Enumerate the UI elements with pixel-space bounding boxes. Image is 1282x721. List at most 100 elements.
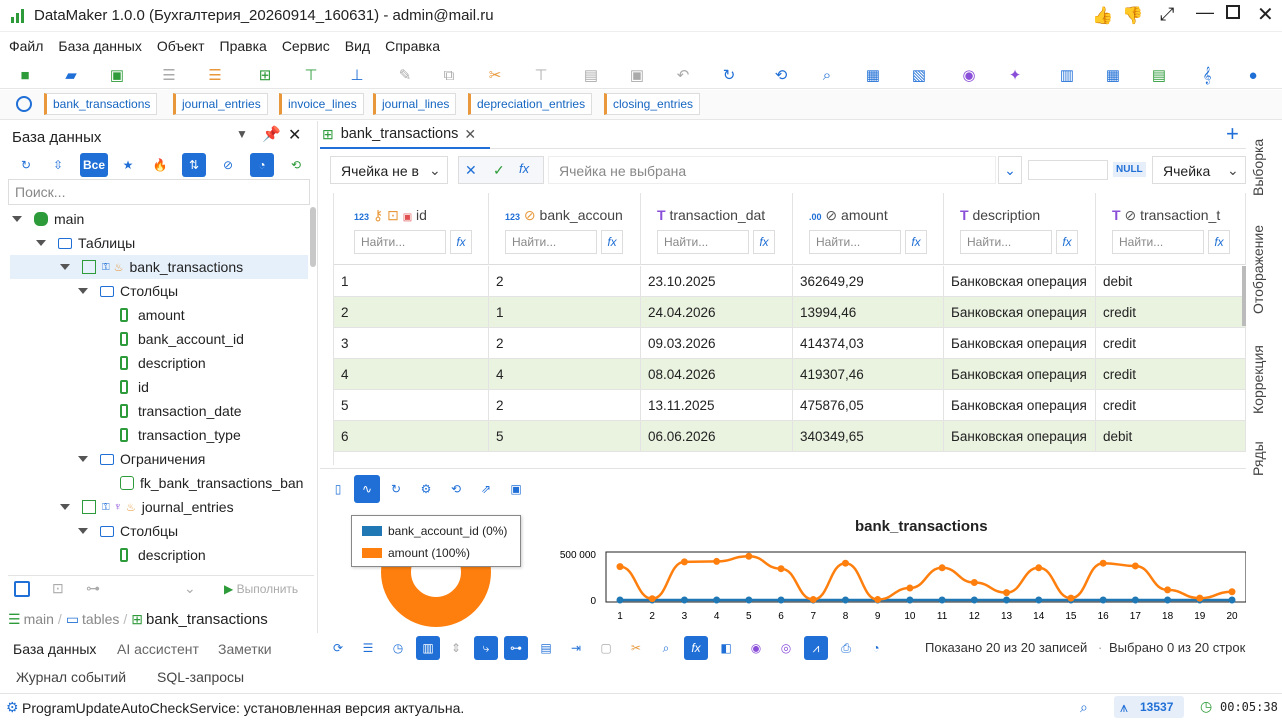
menu-help[interactable]: Справка — [379, 34, 446, 54]
chip-journal-lines[interactable]: journal_lines — [373, 93, 457, 115]
table-row[interactable]: 5 2 13.11.2025 475876,05 Банковская операция… — [334, 390, 1246, 421]
tree-constraint-fk[interactable]: fk_bank_transactions_ban — [120, 471, 303, 495]
table-cell[interactable]: 13994,46 — [793, 297, 944, 328]
data-point[interactable] — [970, 596, 978, 604]
history-icon[interactable]: ⟲ — [284, 153, 308, 177]
table-cell[interactable]: 24.04.2026 — [641, 297, 793, 328]
tree-node-columns-2[interactable]: Столбцы — [78, 519, 178, 543]
table-cell[interactable]: 6 — [334, 421, 489, 452]
data-point[interactable] — [648, 595, 656, 603]
menu-database[interactable]: База данных — [52, 34, 147, 54]
table-cell[interactable]: Банковская операция — [944, 359, 1096, 390]
search-replace-icon[interactable]: ⟲ — [770, 64, 792, 86]
data-point[interactable] — [1196, 594, 1204, 602]
chip-depreciation-entries[interactable]: depreciation_entries — [468, 93, 593, 115]
save-all-icon[interactable]: ▣ — [626, 64, 648, 86]
data-point[interactable] — [1099, 559, 1107, 567]
cell-value-input[interactable]: Ячейка не выбрана — [548, 156, 996, 184]
export-arrow-icon[interactable]: ⇥ — [564, 636, 588, 660]
compare-icon[interactable]: ◧ — [714, 636, 738, 660]
tree-column-transaction-date[interactable]: transaction_date — [120, 399, 242, 423]
panel-close-icon[interactable]: ✕ — [288, 125, 301, 145]
undo-icon[interactable]: ↶ — [672, 64, 694, 86]
table-cell[interactable]: credit — [1096, 359, 1246, 390]
side-tab-display[interactable]: Отображение — [1250, 216, 1266, 314]
delete-column-icon[interactable]: ⊤ — [530, 64, 552, 86]
data-point[interactable] — [841, 559, 849, 567]
filter-input-transaction-date[interactable]: Найти... — [657, 230, 749, 254]
sync-icon[interactable]: ⟳ — [326, 636, 350, 660]
hide-icon[interactable]: ⊘ — [216, 153, 240, 177]
data-point[interactable] — [680, 558, 688, 566]
data-point[interactable] — [970, 579, 978, 587]
col-header-id[interactable]: 123 ⚷ ⊡ ▣ id Найти... fx — [334, 193, 489, 265]
table-cell[interactable]: 2 — [334, 297, 489, 328]
chart-settings-icon[interactable]: ⚙ — [414, 477, 438, 501]
chart-open-external-icon[interactable]: ⇗ — [474, 477, 498, 501]
editor-tab-bank-transactions[interactable]: ⊞ bank_transactions ✕ — [320, 121, 490, 149]
stripes-icon[interactable]: ▧ — [908, 64, 930, 86]
fullscreen-icon[interactable]: ⤢ — [1160, 4, 1174, 25]
table-cell[interactable]: credit — [1096, 328, 1246, 359]
chart-view-icon[interactable]: ∿ — [354, 475, 380, 503]
tree-column-amount[interactable]: amount — [120, 303, 185, 327]
table-cell[interactable]: 2 — [489, 266, 641, 297]
tree-column-transaction-type[interactable]: transaction_type — [120, 423, 241, 447]
tree-node-journal-entries[interactable]: ⚿ ♆ ♨ journal_entries — [60, 495, 234, 519]
data-point[interactable] — [745, 552, 753, 560]
chart-icon[interactable]: ⩘ — [804, 636, 828, 660]
add-column-icon[interactable]: ⊤ — [300, 64, 322, 86]
execute-button[interactable]: ▶ Выполнить — [224, 582, 298, 596]
confirm-icon[interactable]: ✓ — [493, 162, 505, 179]
table-cell[interactable]: 13.11.2025 — [641, 390, 793, 421]
table-cell[interactable]: 4 — [489, 359, 641, 390]
col-header-transaction-date[interactable]: T transaction_dat Найти... fx — [641, 193, 793, 265]
database-search-icon[interactable]: ⌕ — [816, 64, 838, 86]
table-cell[interactable]: 06.06.2026 — [641, 421, 793, 452]
table-cell[interactable]: debit — [1096, 266, 1246, 297]
data-point[interactable] — [1035, 596, 1043, 604]
db-search-icon[interactable]: ⌕ — [1080, 699, 1088, 716]
data-point[interactable] — [938, 564, 946, 572]
filter-fx-icon[interactable]: fx — [1208, 230, 1230, 254]
data-point[interactable] — [841, 596, 849, 604]
database-icon[interactable]: ☰ — [158, 64, 180, 86]
table-cell[interactable]: Банковская операция — [944, 421, 1096, 452]
tree-node-main[interactable]: main — [12, 207, 84, 231]
function-icon[interactable]: fx — [684, 636, 708, 660]
data-point[interactable] — [1228, 596, 1236, 604]
filter-input-amount[interactable]: Найти... — [809, 230, 901, 254]
table-cell[interactable]: 1 — [334, 266, 489, 297]
tree-search-input[interactable]: Поиск... — [8, 179, 310, 205]
tab-event-log[interactable]: Журнал событий — [16, 669, 126, 685]
tree-column-bank-account-id[interactable]: bank_account_id — [120, 327, 244, 351]
tree-column-description[interactable]: description — [120, 351, 206, 375]
cancel-icon[interactable]: ✕ — [465, 162, 477, 179]
chip-journal-entries[interactable]: journal_entries — [173, 93, 268, 115]
new-folder-icon[interactable]: ■ — [14, 64, 36, 86]
records-badge[interactable]: ⩚ 13537 — [1114, 696, 1184, 718]
data-point[interactable] — [713, 596, 721, 604]
collapse-icon[interactable]: ⇳ — [46, 153, 70, 177]
filter-input-id[interactable]: Найти... — [354, 230, 446, 254]
grid-scrollbar[interactable] — [1242, 266, 1246, 326]
edit-icon[interactable]: ✎ — [394, 64, 416, 86]
null-value-input[interactable] — [1028, 160, 1108, 180]
table-cell[interactable]: 340349,65 — [793, 421, 944, 452]
data-point[interactable] — [1067, 594, 1075, 602]
open-folder-icon[interactable]: ▰ — [60, 64, 82, 86]
copy-sql-icon[interactable] — [14, 581, 30, 597]
flame-icon[interactable]: 🔥 — [148, 153, 172, 177]
table-cell[interactable]: 2 — [489, 328, 641, 359]
table-cell[interactable]: 08.04.2026 — [641, 359, 793, 390]
db-filter-icon[interactable]: ☰ — [356, 636, 380, 660]
menu-service[interactable]: Сервис — [276, 34, 336, 54]
chip-closing-entries[interactable]: closing_entries — [604, 93, 701, 115]
filter-input-bank-account[interactable]: Найти... — [505, 230, 597, 254]
data-point[interactable] — [906, 584, 914, 592]
filter-input-transaction-type[interactable]: Найти... — [1112, 230, 1204, 254]
table-cell[interactable]: 362649,29 — [793, 266, 944, 297]
expand-icon[interactable]: ⊡ — [52, 580, 64, 597]
dropdown-icon[interactable]: ⌄ — [184, 580, 196, 597]
table-cell[interactable]: 23.10.2025 — [641, 266, 793, 297]
